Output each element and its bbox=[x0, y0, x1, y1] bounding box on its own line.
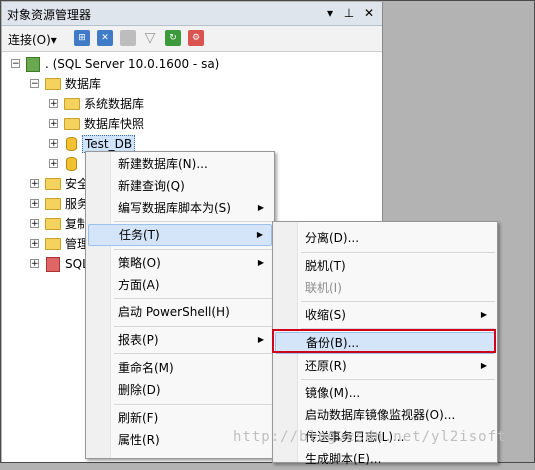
submenu-arrow-icon: ▶ bbox=[257, 258, 264, 267]
dropdown-icon[interactable]: ▾ bbox=[322, 4, 338, 22]
agent-icon bbox=[46, 257, 60, 272]
menu-separator bbox=[301, 379, 495, 380]
expand-icon[interactable]: + bbox=[49, 139, 58, 149]
watermark-text: http://blog.csdn.net/yl2isoft bbox=[233, 429, 507, 445]
system-databases-label: 系统数据库 bbox=[84, 97, 145, 111]
menu-separator bbox=[114, 326, 272, 327]
panel-title-bar: 对象资源管理器 ▾ ⊥ ✕ bbox=[2, 2, 382, 26]
menu-item-generate-scripts[interactable]: 生成脚本(E)... bbox=[275, 448, 495, 470]
menu-item-mirror[interactable]: 镜像(M)... bbox=[275, 382, 495, 404]
connect-engine-icon[interactable]: ⊞ bbox=[74, 30, 90, 46]
submenu-arrow-icon: ▶ bbox=[257, 335, 264, 344]
stop-icon[interactable] bbox=[120, 30, 136, 46]
menu-item-shrink[interactable]: 收缩(S) ▶ bbox=[275, 304, 495, 326]
menu-item-take-offline[interactable]: 脱机(T) bbox=[275, 255, 495, 277]
folder-icon bbox=[45, 238, 61, 250]
snapshots-label: 数据库快照 bbox=[84, 117, 145, 131]
tree-node-snapshots[interactable]: + 数据库快照 bbox=[2, 114, 382, 134]
collapse-icon[interactable]: − bbox=[30, 79, 39, 89]
submenu-arrow-icon: ▶ bbox=[257, 203, 264, 212]
folder-icon bbox=[64, 98, 80, 110]
shrink-label: 收缩(S) bbox=[305, 308, 346, 322]
tree-node-system-databases[interactable]: + 系统数据库 bbox=[2, 94, 382, 114]
menu-item-delete[interactable]: 删除(D) bbox=[88, 379, 272, 401]
restore-label: 还原(R) bbox=[305, 359, 347, 373]
folder-icon bbox=[45, 218, 61, 230]
menu-item-bring-online: 联机(I) bbox=[305, 281, 342, 295]
menu-item-start-powershell[interactable]: 启动 PowerShell(H) bbox=[88, 301, 272, 323]
menu-separator bbox=[114, 298, 272, 299]
menu-item-detach[interactable]: 分离(D)... bbox=[275, 227, 495, 249]
server-label: . (SQL Server 10.0.1600 - sa) bbox=[45, 57, 220, 71]
menu-item-new-query[interactable]: 新建查询(Q) bbox=[88, 175, 272, 197]
refresh-icon[interactable]: ↻ bbox=[165, 30, 181, 46]
submenu-arrow-icon: ▶ bbox=[480, 361, 487, 370]
menu-separator bbox=[114, 249, 272, 250]
database-icon bbox=[66, 137, 77, 151]
menu-separator bbox=[301, 252, 495, 253]
expand-icon[interactable]: + bbox=[30, 259, 39, 269]
panel-title: 对象资源管理器 bbox=[7, 8, 92, 22]
menu-item-tasks[interactable]: 任务(T) ▶ bbox=[88, 224, 272, 246]
folder-icon bbox=[45, 78, 61, 90]
menu-item-rename[interactable]: 重命名(M) bbox=[88, 357, 272, 379]
menu-item-facets[interactable]: 方面(A) bbox=[88, 274, 272, 296]
folder-icon bbox=[45, 178, 61, 190]
close-icon[interactable]: ✕ bbox=[361, 4, 377, 22]
submenu-arrow-icon: ▶ bbox=[256, 230, 263, 239]
expand-icon[interactable]: + bbox=[30, 239, 39, 249]
menu-separator bbox=[301, 301, 495, 302]
tree-node-databases[interactable]: − 数据库 bbox=[2, 74, 382, 94]
expand-icon[interactable]: + bbox=[30, 219, 39, 229]
policies-label: 策略(O) bbox=[118, 256, 161, 270]
menu-item-mirror-monitor[interactable]: 启动数据库镜像监视器(O)... bbox=[275, 404, 495, 426]
database-icon bbox=[66, 157, 77, 171]
pin-icon[interactable]: ⊥ bbox=[341, 4, 357, 22]
folder-icon bbox=[64, 118, 80, 130]
reports-label: 报表(P) bbox=[118, 333, 159, 347]
databases-label: 数据库 bbox=[65, 77, 102, 91]
tasks-label: 任务(T) bbox=[119, 228, 160, 242]
menu-item-reports[interactable]: 报表(P) ▶ bbox=[88, 329, 272, 351]
script-database-label: 编写数据库脚本为(S) bbox=[118, 201, 231, 215]
submenu-arrow-icon: ▶ bbox=[480, 310, 487, 319]
highlight-annotation-box bbox=[272, 329, 496, 353]
server-icon bbox=[26, 57, 40, 72]
activity-monitor-icon[interactable]: ⚙ bbox=[188, 30, 204, 46]
menu-item-script-database[interactable]: 编写数据库脚本为(S) ▶ bbox=[88, 197, 272, 219]
filter-icon[interactable]: ▽ bbox=[142, 30, 158, 46]
window-frame: 对象资源管理器 ▾ ⊥ ✕ 连接(O)▾ ⊞ ✕ ▽ ↻ ⚙ − . (SQL … bbox=[0, 0, 535, 466]
connect-button[interactable]: 连接(O)▾ bbox=[8, 31, 57, 48]
menu-separator bbox=[114, 353, 272, 354]
folder-icon bbox=[45, 198, 61, 210]
disconnect-icon[interactable]: ✕ bbox=[97, 30, 113, 46]
tree-node-server[interactable]: − . (SQL Server 10.0.1600 - sa) bbox=[2, 54, 382, 74]
menu-item-restore[interactable]: 还原(R) ▶ bbox=[275, 355, 495, 377]
expand-icon[interactable]: + bbox=[30, 199, 39, 209]
context-menu: 新建数据库(N)... 新建查询(Q) 编写数据库脚本为(S) ▶ 任务(T) ▶ … bbox=[85, 151, 275, 459]
menu-item-refresh[interactable]: 刷新(F) bbox=[88, 407, 272, 429]
expand-icon[interactable]: + bbox=[30, 179, 39, 189]
explorer-toolbar: 连接(O)▾ ⊞ ✕ ▽ ↻ ⚙ bbox=[2, 26, 382, 52]
menu-item-policies[interactable]: 策略(O) ▶ bbox=[88, 252, 272, 274]
expand-icon[interactable]: + bbox=[49, 159, 58, 169]
expand-icon[interactable]: + bbox=[49, 119, 58, 129]
menu-separator bbox=[114, 404, 272, 405]
menu-item-new-database[interactable]: 新建数据库(N)... bbox=[88, 153, 272, 175]
expand-icon[interactable]: + bbox=[49, 99, 58, 109]
collapse-icon[interactable]: − bbox=[11, 59, 20, 69]
menu-separator bbox=[114, 221, 272, 222]
